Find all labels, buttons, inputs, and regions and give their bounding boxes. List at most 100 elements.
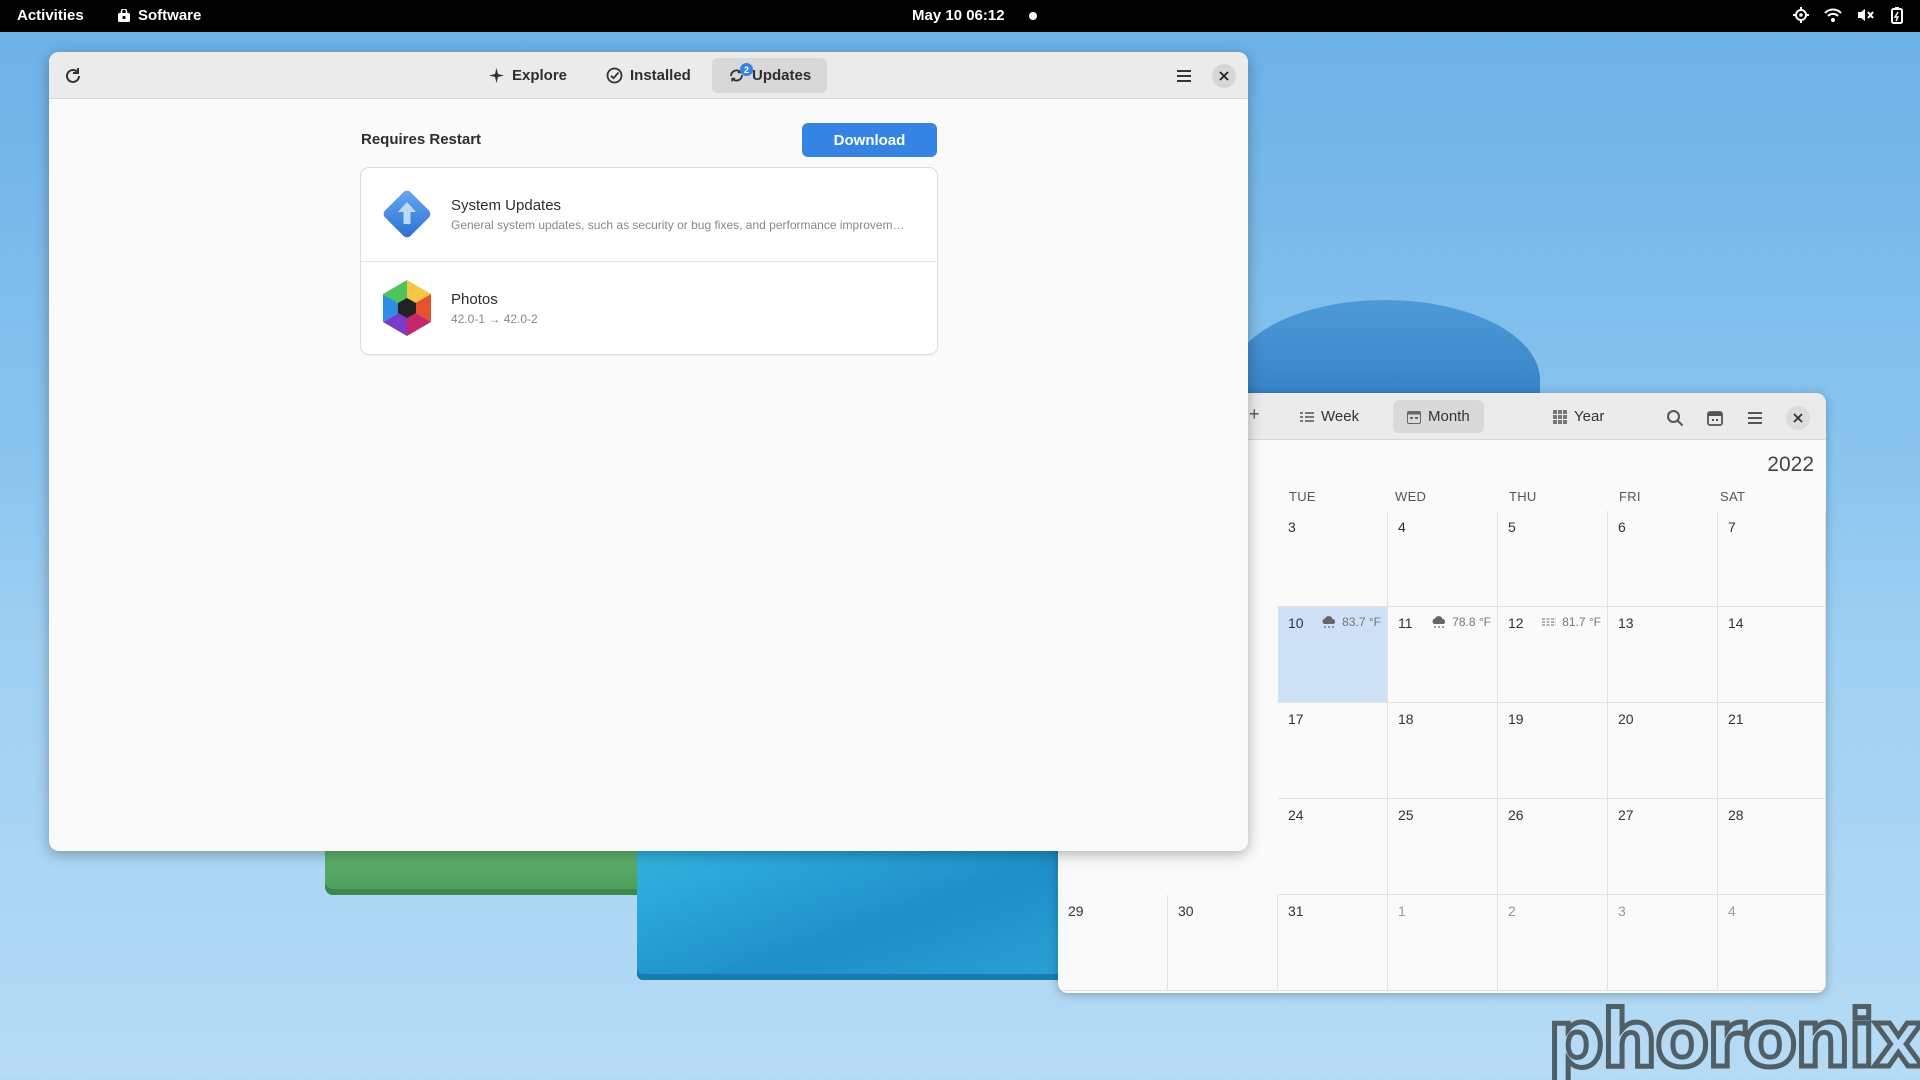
update-name: System Updates (451, 197, 562, 214)
day-name: WED (1395, 489, 1427, 504)
update-description: General system updates, such as security… (451, 218, 911, 232)
calendar-day-cell[interactable]: 6 (1608, 511, 1718, 607)
hamburger-menu-icon[interactable] (1174, 66, 1194, 86)
system-updates-icon (383, 190, 431, 238)
calendar-day-cell[interactable]: 3 (1608, 895, 1718, 991)
close-icon (1219, 71, 1229, 81)
weather-temperature: 81.7 °F (1562, 615, 1601, 629)
weather-forecast: 78.8 °F (1431, 615, 1491, 629)
day-number: 10 (1288, 615, 1304, 631)
software-bag-icon (118, 8, 130, 22)
view-month-button[interactable]: Month (1393, 400, 1484, 433)
calendar-day-cell[interactable]: 19 (1498, 703, 1608, 799)
weather-temperature: 78.8 °F (1452, 615, 1491, 629)
calendar-day-cell[interactable]: 31 (1278, 895, 1388, 991)
close-icon (1793, 413, 1803, 423)
weather-forecast: 83.7 °F (1321, 615, 1381, 629)
day-number: 21 (1728, 711, 1744, 727)
view-week-button[interactable]: Week (1286, 400, 1373, 433)
calendar-day-cell[interactable]: 5 (1498, 511, 1608, 607)
updates-count-badge: 2 (740, 63, 753, 76)
list-item[interactable]: Photos 42.0-1 → 42.0-2 (361, 261, 937, 354)
day-number: 27 (1618, 807, 1634, 823)
calendar-day-cell[interactable]: 25 (1388, 799, 1498, 895)
tab-updates[interactable]: 2 Updates (712, 58, 828, 93)
calendar-day-cell[interactable]: 7 (1718, 511, 1826, 607)
day-number: 11 (1398, 615, 1413, 631)
day-name: FRI (1619, 489, 1641, 504)
day-number: 7 (1728, 519, 1736, 535)
system-tray[interactable] (1792, 6, 1906, 24)
calendar-day-cell[interactable]: 17 (1278, 703, 1388, 799)
calendar-day-cell[interactable]: 3 (1278, 511, 1388, 607)
calendar-day-cell[interactable]: 24 (1278, 799, 1388, 895)
calendar-day-cell[interactable]: 28 (1718, 799, 1826, 895)
download-button[interactable]: Download (802, 123, 937, 157)
month-icon (1407, 410, 1421, 424)
photos-icon (383, 280, 431, 336)
calendar-day-cell[interactable]: 11 78.8 °F (1388, 607, 1498, 703)
calendar-day-cell[interactable]: 14 (1718, 607, 1826, 703)
calendar-day-cell[interactable]: 27 (1608, 799, 1718, 895)
refresh-icon[interactable] (63, 66, 83, 86)
calendar-close-button[interactable] (1786, 406, 1810, 430)
clock[interactable]: May 10 06:12 (912, 7, 1005, 24)
day-number: 25 (1398, 807, 1414, 823)
day-number: 3 (1288, 519, 1296, 535)
calendar-day-cell[interactable]: 21 (1718, 703, 1826, 799)
list-item[interactable]: System Updates General system updates, s… (361, 168, 937, 261)
tab-installed-label: Installed (630, 67, 691, 84)
installed-check-icon (606, 67, 623, 84)
new-event-icon[interactable]: + (1249, 404, 1260, 425)
calendar-day-cell[interactable]: 1 (1388, 895, 1498, 991)
calendar-day-cell[interactable]: 18 (1388, 703, 1498, 799)
calendar-day-cell[interactable]: 30 (1168, 895, 1278, 991)
tab-updates-label: Updates (752, 67, 812, 84)
calendar-day-cell[interactable]: 20 (1608, 703, 1718, 799)
day-number: 4 (1728, 903, 1736, 919)
software-window[interactable]: Explore Installed 2 Updates Requires Res… (49, 52, 1248, 851)
weather-forecast: 81.7 °F (1541, 615, 1601, 629)
day-number: 30 (1178, 903, 1194, 919)
tab-explore[interactable]: Explore (472, 58, 583, 93)
update-name: Photos (451, 291, 498, 308)
year-icon (1553, 409, 1567, 424)
volume-muted-icon (1858, 9, 1874, 21)
search-icon[interactable] (1666, 409, 1684, 427)
day-number: 28 (1728, 807, 1744, 823)
battery-icon (1891, 7, 1903, 24)
activities-button[interactable]: Activities (17, 7, 84, 24)
tab-installed[interactable]: Installed (590, 58, 707, 93)
day-number: 31 (1288, 903, 1304, 919)
calendar-day-cell[interactable]: 10 83.7 °F (1278, 607, 1388, 703)
calendar-day-cell[interactable]: 26 (1498, 799, 1608, 895)
day-number: 14 (1728, 615, 1744, 631)
calendar-day-cell[interactable]: 4 (1718, 895, 1826, 991)
day-number: 26 (1508, 807, 1524, 823)
software-headerbar: Explore Installed 2 Updates (49, 52, 1248, 99)
day-number: 24 (1288, 807, 1304, 823)
day-number: 12 (1508, 615, 1524, 631)
calendar-day-cell[interactable]: 29 (1058, 895, 1168, 991)
calendar-management-icon[interactable] (1706, 409, 1724, 427)
rain-cloud-icon (1322, 616, 1336, 628)
calendar-day-cell[interactable]: 4 (1388, 511, 1498, 607)
weather-temperature: 83.7 °F (1342, 615, 1381, 629)
day-number: 19 (1508, 711, 1524, 727)
week-icon (1300, 411, 1314, 422)
hamburger-menu-icon[interactable] (1746, 409, 1764, 427)
calendar-day-cell[interactable]: 12 81.7 °F (1498, 607, 1608, 703)
calendar-day-cell[interactable]: 13 (1608, 607, 1718, 703)
app-menu[interactable]: Software (117, 7, 201, 24)
notification-dot (1029, 12, 1037, 20)
tab-explore-label: Explore (512, 67, 568, 84)
calendar-day-cell[interactable]: 2 (1498, 895, 1608, 991)
software-close-button[interactable] (1212, 64, 1236, 88)
day-number: 13 (1618, 615, 1634, 631)
watermark-logo: phoronix (1546, 993, 1920, 1080)
day-number: 2 (1508, 903, 1516, 919)
view-year-button[interactable]: Year (1539, 400, 1618, 433)
day-number: 29 (1068, 903, 1084, 919)
day-number: 4 (1398, 519, 1406, 535)
update-list: System Updates General system updates, s… (361, 168, 937, 354)
